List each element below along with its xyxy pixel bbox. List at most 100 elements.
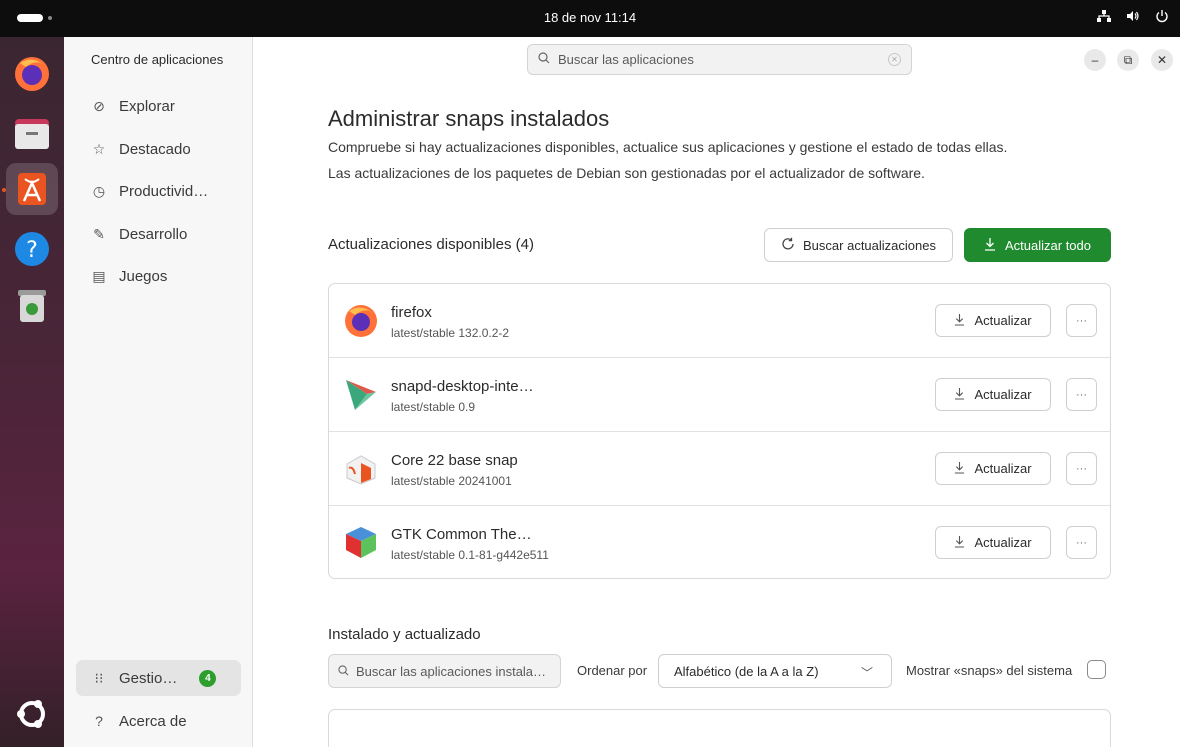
app-version: latest/stable 132.0.2-2 bbox=[391, 326, 510, 340]
updates-list: firefox latest/stable 132.0.2-2 Actualiz… bbox=[328, 283, 1111, 579]
clock[interactable]: 18 de nov 11:14 bbox=[0, 10, 1180, 25]
chevron-down-icon: ﹀ bbox=[860, 666, 873, 680]
dock: ? bbox=[0, 37, 64, 747]
download-icon bbox=[954, 313, 965, 329]
sidebar: Centro de aplicaciones ⊘ Explorar ☆ Dest… bbox=[64, 37, 253, 747]
sidebar-item-productividad[interactable]: ◷ Productivid… bbox=[76, 173, 241, 209]
firefox-icon bbox=[15, 57, 49, 91]
installed-search-placeholder: Buscar las aplicaciones instala… bbox=[356, 663, 547, 679]
refresh-icon bbox=[781, 237, 795, 254]
top-bar: 18 de nov 11:14 bbox=[0, 0, 1180, 37]
update-button[interactable]: Actualizar bbox=[935, 378, 1051, 411]
sidebar-item-label: Acerca de bbox=[119, 712, 187, 730]
firefox-icon bbox=[345, 305, 377, 337]
system-tray[interactable] bbox=[1096, 9, 1170, 26]
power-icon[interactable] bbox=[1154, 9, 1170, 26]
sidebar-item-desarrollo[interactable]: ✎ Desarrollo bbox=[76, 216, 241, 252]
download-icon bbox=[954, 461, 965, 477]
sidebar-item-label: Desarrollo bbox=[119, 225, 188, 243]
list-item[interactable]: Core 22 base snap latest/stable 20241001… bbox=[329, 432, 1110, 506]
system-snaps-checkbox[interactable] bbox=[1087, 660, 1106, 679]
gamepad-icon: ▤ bbox=[92, 267, 106, 284]
update-label: Actualizar bbox=[974, 461, 1032, 476]
clear-search-icon[interactable]: ✕ bbox=[888, 53, 901, 66]
sort-label: Ordenar por bbox=[577, 663, 648, 678]
maximize-button[interactable]: ⧉ bbox=[1117, 49, 1139, 71]
close-button[interactable]: ✕ bbox=[1151, 49, 1173, 71]
page-description-2: Las actualizaciones de los paquetes de D… bbox=[328, 165, 925, 181]
sort-value: Alfabético (de la A a la Z) bbox=[674, 663, 819, 679]
sidebar-item-gestionar[interactable]: ⁝⁝ Gestio… 4 bbox=[76, 660, 241, 696]
download-icon bbox=[984, 237, 996, 254]
ubuntu-logo-icon bbox=[17, 700, 45, 728]
page-description-1: Compruebe si hay actualizaciones disponi… bbox=[328, 139, 1008, 155]
updates-badge: 4 bbox=[199, 669, 217, 687]
sidebar-item-label: Juegos bbox=[119, 267, 168, 285]
star-icon: ☆ bbox=[92, 140, 106, 157]
updates-section-title: Actualizaciones disponibles (4) bbox=[328, 236, 534, 253]
app-name: firefox bbox=[391, 304, 432, 321]
installed-search-input[interactable]: Buscar las aplicaciones instala… bbox=[328, 654, 561, 688]
page-title: Administrar snaps instalados bbox=[328, 106, 610, 131]
update-label: Actualizar bbox=[974, 313, 1032, 328]
sidebar-item-destacado[interactable]: ☆ Destacado bbox=[76, 131, 241, 167]
search-icon bbox=[338, 664, 349, 679]
dock-app-center[interactable] bbox=[6, 163, 58, 215]
list-item[interactable]: firefox latest/stable 132.0.2-2 Actualiz… bbox=[329, 284, 1110, 358]
dock-show-apps[interactable] bbox=[6, 688, 58, 740]
help-circle-icon: ? bbox=[95, 713, 103, 729]
network-icon[interactable] bbox=[1096, 9, 1112, 26]
dock-help[interactable]: ? bbox=[6, 223, 58, 275]
installed-section-title: Instalado y actualizado bbox=[328, 626, 481, 643]
list-item[interactable]: GTK Common The… latest/stable 0.1-81-g44… bbox=[329, 506, 1110, 578]
snapd-icon bbox=[346, 380, 376, 410]
app-version: latest/stable 0.9 bbox=[391, 400, 476, 414]
gtk-icon bbox=[346, 527, 376, 558]
app-search-input[interactable]: Buscar las aplicaciones ✕ bbox=[527, 44, 912, 75]
sidebar-item-acerca-de[interactable]: ? Acerca de bbox=[76, 703, 241, 739]
dock-files[interactable] bbox=[6, 107, 58, 159]
download-icon bbox=[954, 387, 965, 403]
search-placeholder: Buscar las aplicaciones bbox=[558, 52, 694, 67]
update-button[interactable]: Actualizar bbox=[935, 526, 1051, 559]
app-name: snapd-desktop-inte… bbox=[391, 378, 534, 395]
update-all-label: Actualizar todo bbox=[1005, 237, 1091, 253]
installed-list bbox=[328, 709, 1111, 747]
dock-trash[interactable] bbox=[6, 280, 58, 332]
app-version: latest/stable 0.1-81-g442e511 bbox=[391, 548, 549, 562]
more-options-button[interactable]: ··· bbox=[1066, 452, 1097, 485]
check-updates-button[interactable]: Buscar actualizaciones bbox=[764, 228, 953, 262]
sort-dropdown[interactable]: Alfabético (de la A a la Z) ﹀ bbox=[658, 654, 892, 688]
minimize-button[interactable]: – bbox=[1084, 49, 1106, 71]
svg-text:?: ? bbox=[26, 238, 38, 263]
clock-icon: ◷ bbox=[92, 182, 106, 199]
sidebar-item-juegos[interactable]: ▤ Juegos bbox=[76, 258, 241, 294]
update-button[interactable]: Actualizar bbox=[935, 452, 1051, 485]
update-all-button[interactable]: Actualizar todo bbox=[964, 228, 1111, 262]
sidebar-item-label: Explorar bbox=[119, 97, 175, 115]
update-label: Actualizar bbox=[974, 387, 1032, 402]
volume-icon[interactable] bbox=[1125, 9, 1141, 26]
more-options-button[interactable]: ··· bbox=[1066, 378, 1097, 411]
update-button[interactable]: Actualizar bbox=[935, 304, 1051, 337]
search-icon bbox=[538, 52, 550, 67]
app-version: latest/stable 20241001 bbox=[391, 474, 512, 488]
more-options-button[interactable]: ··· bbox=[1066, 304, 1097, 337]
dock-firefox[interactable] bbox=[6, 47, 58, 99]
download-icon bbox=[954, 535, 965, 551]
sidebar-item-explorar[interactable]: ⊘ Explorar bbox=[76, 88, 241, 124]
compass-icon: ⊘ bbox=[93, 97, 105, 114]
app-name: Core 22 base snap bbox=[391, 452, 518, 469]
update-label: Actualizar bbox=[974, 535, 1032, 550]
check-updates-label: Buscar actualizaciones bbox=[803, 237, 936, 253]
list-item[interactable]: snapd-desktop-inte… latest/stable 0.9 Ac… bbox=[329, 358, 1110, 432]
folder-icon bbox=[15, 119, 49, 149]
more-options-button[interactable]: ··· bbox=[1066, 526, 1097, 559]
grid-icon: ⁝⁝ bbox=[94, 669, 104, 686]
trash-icon bbox=[18, 290, 46, 322]
core22-icon bbox=[346, 455, 376, 485]
wrench-icon: ✎ bbox=[93, 225, 105, 242]
app-title: Centro de aplicaciones bbox=[91, 52, 224, 67]
sidebar-item-label: Gestio… bbox=[119, 669, 178, 687]
app-center-icon bbox=[18, 173, 46, 205]
